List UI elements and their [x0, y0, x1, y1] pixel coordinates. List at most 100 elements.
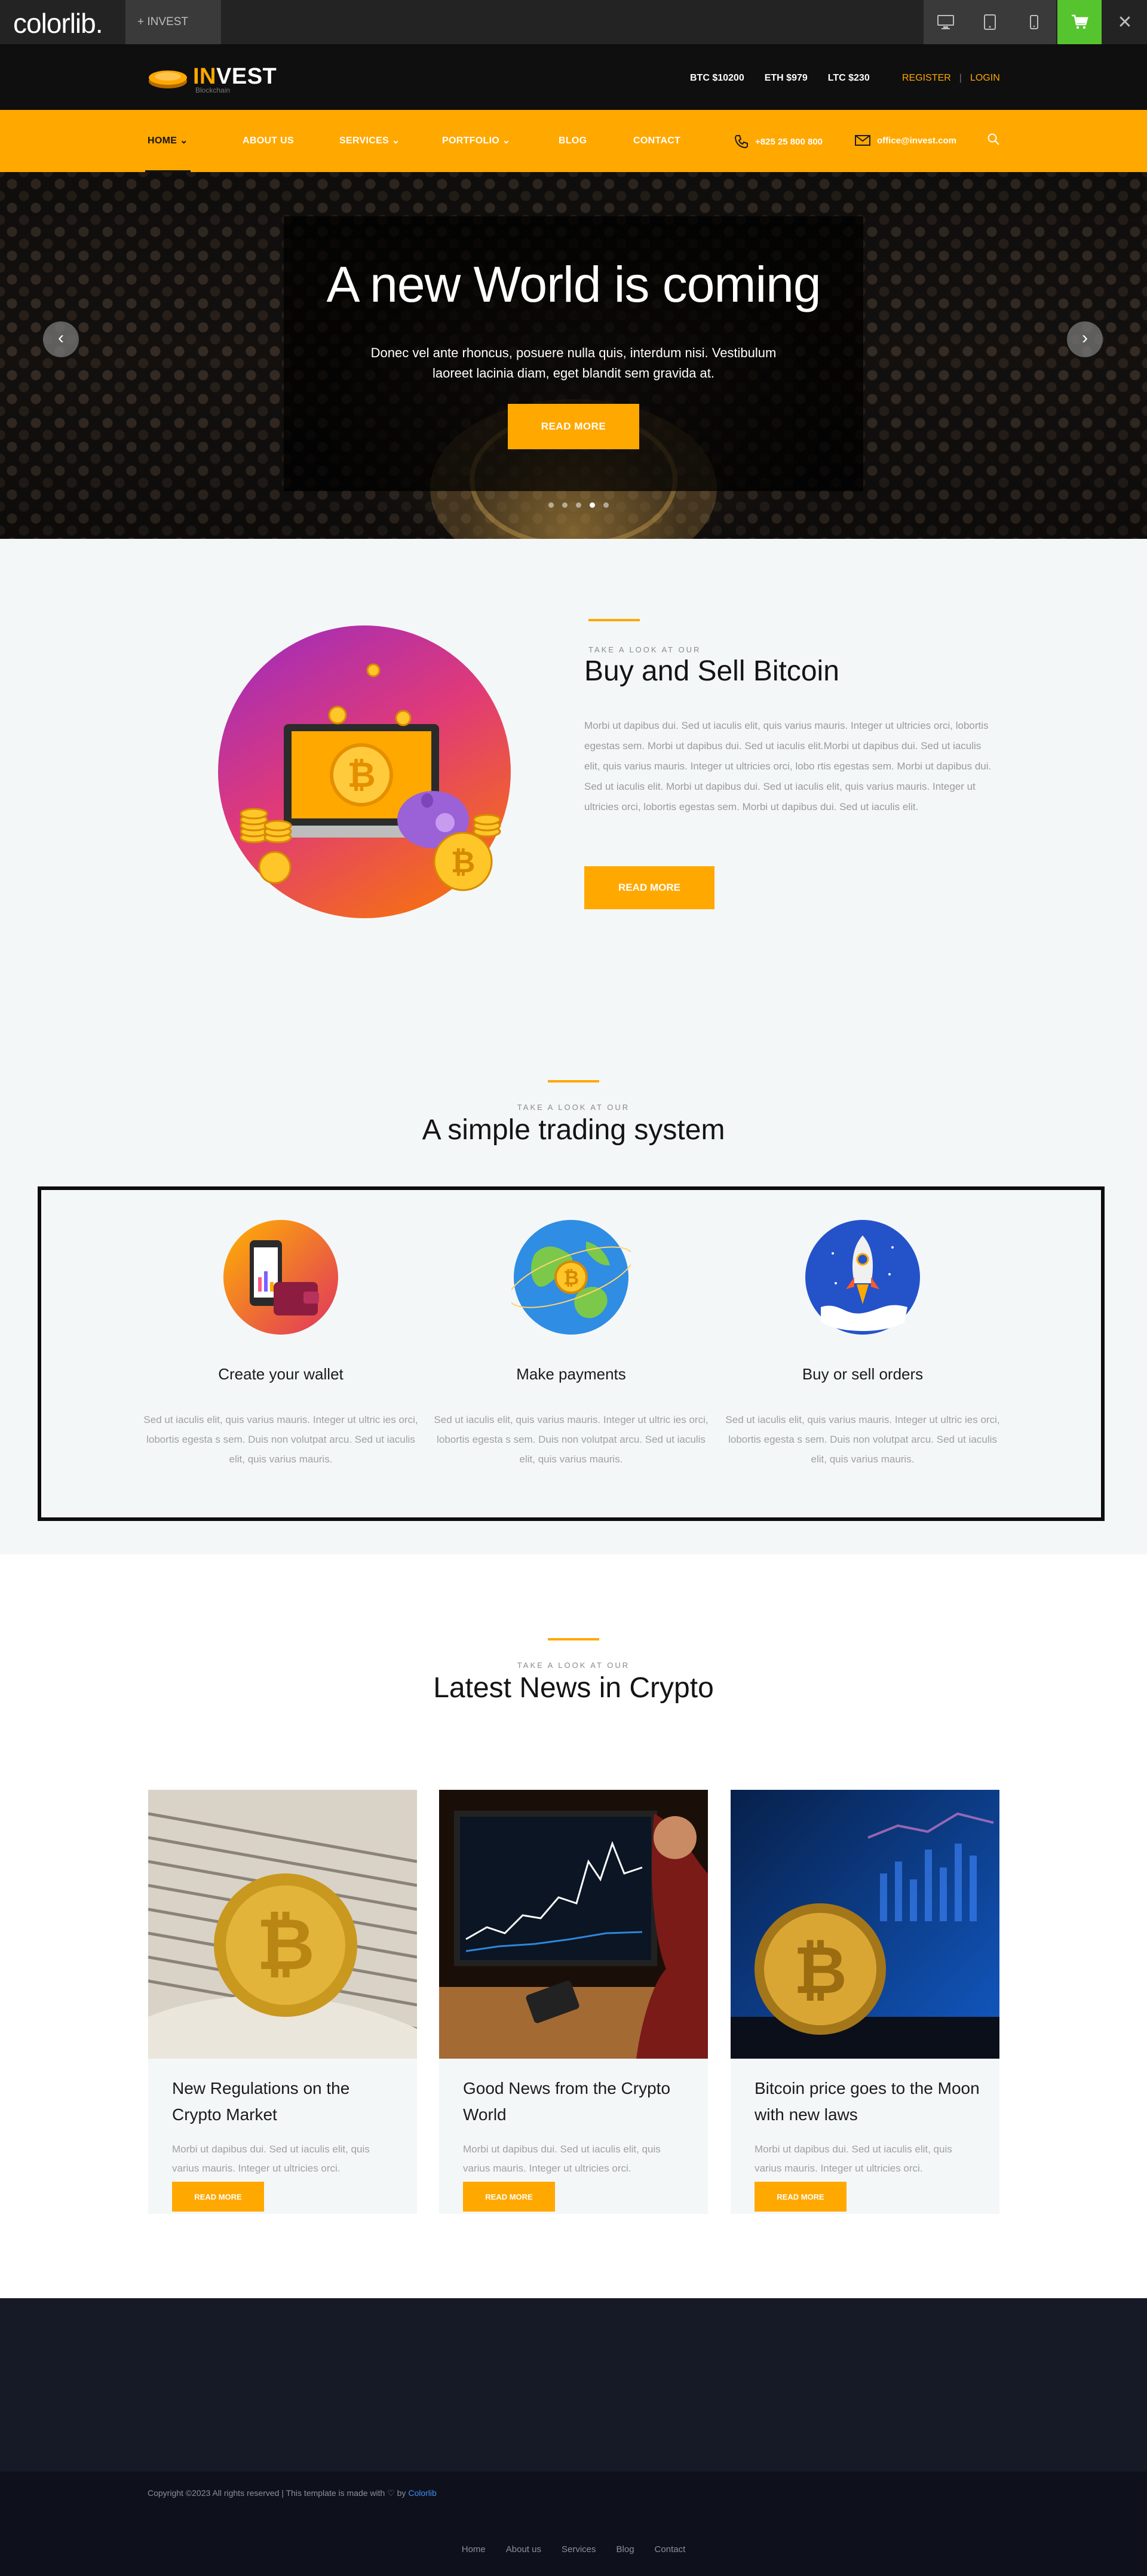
slider-dots	[548, 502, 609, 508]
tablet-icon[interactable]	[968, 0, 1012, 44]
news-read-more-button[interactable]: READ MORE	[755, 2182, 847, 2212]
footer-link-contact[interactable]: Contact	[655, 2544, 686, 2554]
register-link[interactable]: REGISTER	[902, 73, 951, 84]
chevron-down-icon: ⌄	[502, 136, 511, 146]
slider-dot[interactable]	[576, 502, 581, 508]
footer-link-home[interactable]: Home	[462, 2544, 486, 2554]
nav-portfolio-label: PORTFOLIO	[442, 136, 500, 146]
news-card[interactable]: ₿ Bitcoin price goes to the Moon with ne…	[731, 1790, 999, 2214]
hero-read-more-button[interactable]: READ MORE	[508, 404, 639, 449]
nav-portfolio[interactable]: PORTFOLIO ⌄	[442, 110, 511, 172]
footer-link-services[interactable]: Services	[562, 2544, 596, 2554]
hero-text: Donec vel ante rhoncus, posuere nulla qu…	[370, 345, 777, 381]
news-card-title[interactable]: Good News from the Crypto World	[463, 2075, 690, 2128]
section-accent-bar	[588, 619, 640, 621]
copyright-text: Copyright ©2023 All rights reserved | Th…	[148, 2488, 406, 2498]
trading-section: TAKE A LOOK AT OUR A simple trading syst…	[0, 957, 1147, 1554]
nav-blog[interactable]: BLOG	[559, 110, 587, 172]
nav-services-label: SERVICES	[339, 136, 390, 146]
nav-blog-label: BLOG	[559, 136, 587, 146]
hero-title: A new World is coming	[326, 256, 821, 312]
footer-top	[0, 2298, 1147, 2471]
crypto-prices: BTC $10200 ETH $979 LTC $230	[690, 73, 870, 84]
slider-dot[interactable]	[548, 502, 554, 508]
desktop-icon[interactable]	[924, 0, 968, 44]
nav-contact[interactable]: CONTACT	[633, 110, 680, 172]
feature-text: Sed ut iaculis elit, quis varius mauris.…	[143, 1414, 418, 1465]
nav-home-label: HOME	[148, 136, 177, 146]
news-card-title[interactable]: Bitcoin price goes to the Moon with new …	[755, 2075, 982, 2128]
nav-home[interactable]: HOME ⌄	[145, 110, 191, 172]
buysell-text: Morbi ut dapibus dui. Sed ut iaculis eli…	[584, 720, 992, 812]
mobile-icon[interactable]	[1012, 0, 1056, 44]
slider-next-arrow-icon[interactable]: ›	[1067, 321, 1103, 357]
section-accent-bar	[548, 1638, 599, 1640]
login-link[interactable]: LOGIN	[970, 73, 1000, 84]
buysell-read-more-button[interactable]: READ MORE	[584, 866, 714, 909]
footer-link-about[interactable]: About us	[506, 2544, 541, 2554]
nav-about-label: ABOUT US	[243, 136, 294, 146]
news-read-more-button[interactable]: READ MORE	[172, 2182, 264, 2212]
phone-contact[interactable]: +825 25 800 800	[734, 134, 823, 149]
news-image-coin-on-book[interactable]: ₿	[148, 1790, 417, 2059]
feature-title: Make payments	[516, 1365, 626, 1383]
auth-links: REGISTER | LOGIN	[902, 73, 1000, 84]
brand-vest: VEST	[216, 64, 277, 89]
slider-prev-arrow-icon[interactable]: ‹	[43, 321, 79, 357]
nav-services[interactable]: SERVICES ⌄	[339, 110, 400, 172]
news-card[interactable]: ₿ New Regulations on the Crypto Market M…	[148, 1790, 417, 2214]
feature-text: Sed ut iaculis elit, quis varius mauris.…	[434, 1414, 709, 1465]
slider-dot[interactable]	[562, 502, 568, 508]
chevron-down-icon: ⌄	[391, 136, 400, 146]
price-btc: BTC $10200	[690, 73, 744, 83]
price-ltc: LTC $230	[827, 73, 870, 83]
search-icon[interactable]	[987, 133, 1000, 149]
demo-bar: colorlib. + INVEST ✕	[0, 0, 1147, 44]
brand-logo[interactable]: INVEST Blockchain	[148, 63, 277, 94]
wallet-phone-icon	[223, 1220, 338, 1335]
feature-title: Create your wallet	[218, 1365, 344, 1383]
footer-bottom: Copyright ©2023 All rights reserved | Th…	[0, 2471, 1147, 2576]
nav-about[interactable]: ABOUT US	[243, 110, 294, 172]
phone-icon	[734, 135, 748, 149]
trading-title: A simple trading system	[422, 1114, 725, 1146]
brand-in: IN	[193, 64, 216, 89]
close-icon[interactable]: ✕	[1103, 0, 1147, 44]
trading-eyebrow: TAKE A LOOK AT OUR	[517, 1103, 630, 1112]
feature-make-payments: ₿ Make payments Sed ut iaculis elit, qui…	[434, 1218, 709, 1469]
news-card[interactable]: Good News from the Crypto World Morbi ut…	[439, 1790, 708, 2214]
brand-subtitle: Blockchain	[195, 86, 231, 94]
news-read-more-button[interactable]: READ MORE	[463, 2182, 555, 2212]
news-title: Latest News in Crypto	[433, 1672, 714, 1704]
footer-links: Home About us Services Blog Contact	[0, 2544, 1147, 2554]
footer-link-blog[interactable]: Blog	[617, 2544, 634, 2554]
news-image-trading-screen[interactable]	[439, 1790, 708, 2059]
news-section: TAKE A LOOK AT OUR Latest News in Crypto…	[0, 1554, 1147, 2298]
news-card-text: Morbi ut dapibus dui. Sed ut iaculis eli…	[172, 2143, 370, 2174]
buysell-eyebrow: TAKE A LOOK AT OUR	[588, 645, 701, 654]
feature-title: Buy or sell orders	[802, 1365, 924, 1383]
slider-dot-active[interactable]	[590, 502, 595, 508]
nav-contact-label: CONTACT	[633, 136, 681, 146]
news-card-text: Morbi ut dapibus dui. Sed ut iaculis eli…	[755, 2143, 952, 2174]
phone-number: +825 25 800 800	[755, 136, 823, 147]
news-image-bitcoin-chart[interactable]: ₿	[731, 1790, 999, 2059]
section-accent-bar	[548, 1080, 599, 1082]
rocket-icon	[805, 1220, 920, 1335]
email-address: office@invest.com	[877, 135, 956, 146]
svg-text:₿: ₿	[793, 1934, 847, 2007]
bitcoin-laptop-illustration: ₿ ₿	[218, 625, 511, 918]
template-tab[interactable]: + INVEST	[125, 0, 221, 44]
auth-separator: |	[959, 73, 962, 83]
email-contact[interactable]: office@invest.com	[854, 134, 956, 147]
news-card-title[interactable]: New Regulations on the Crypto Market	[172, 2075, 399, 2128]
slider-dot[interactable]	[603, 502, 609, 508]
colorlib-logo[interactable]: colorlib.	[13, 7, 103, 39]
top-header: INVEST Blockchain BTC $10200 ETH $979 LT…	[0, 44, 1147, 110]
feature-create-wallet: Create your wallet Sed ut iaculis elit, …	[143, 1218, 418, 1469]
colorlib-link[interactable]: Colorlib	[408, 2488, 436, 2498]
cart-icon[interactable]	[1057, 0, 1102, 44]
main-nav: HOME ⌄ ABOUT US SERVICES ⌄ PORTFOLIO ⌄ B…	[0, 110, 1147, 172]
trading-features-box: Create your wallet Sed ut iaculis elit, …	[38, 1186, 1105, 1521]
feature-buy-sell-orders: Buy or sell orders Sed ut iaculis elit, …	[725, 1218, 1000, 1469]
